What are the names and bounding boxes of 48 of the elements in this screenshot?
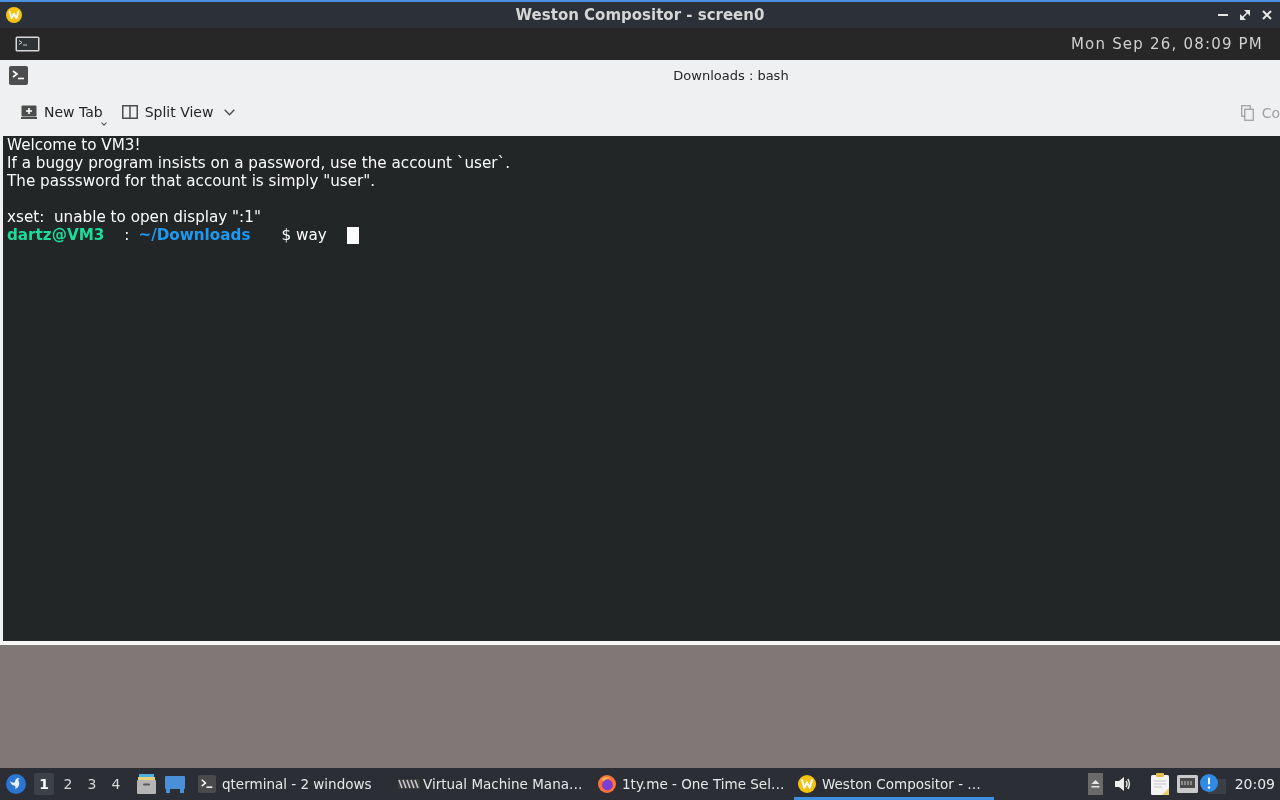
prompt-separator: : (124, 226, 130, 244)
terminal-icon[interactable] (15, 36, 40, 52)
prompt-path: ~/Downloads (138, 226, 251, 244)
logo-icon (798, 775, 816, 793)
drawer-icon[interactable] (137, 774, 156, 794)
close-icon (1262, 10, 1272, 20)
workspace-button[interactable]: 4 (106, 773, 126, 795)
taskbar-clock: 20:09 (1234, 776, 1275, 792)
new-tab-button[interactable]: New Tab (15, 99, 109, 127)
split-view-button[interactable]: Split View (115, 99, 242, 127)
network-port-icon[interactable] (1176, 775, 1198, 793)
output-line: xset: unable to open display ":1" (7, 208, 261, 226)
text-cursor-icon (346, 226, 359, 244)
bird-logo-icon[interactable] (6, 774, 26, 794)
workspace-button[interactable]: 2 (58, 773, 78, 795)
output-line: If a buggy program insists on a password, use the account `user`. (7, 154, 510, 172)
close-button[interactable] (1262, 10, 1272, 20)
taskbar-button[interactable]: qterminal - 2 windows (194, 768, 394, 800)
panel-clock: Mon Sep 26, 08:09 PM (1070, 35, 1263, 53)
caret-icon (224, 108, 236, 116)
taskbar-button[interactable]: 1ty.me - One Time Sel… (594, 768, 794, 800)
taskbar-button[interactable]: Virtual Machine Mana… (394, 768, 594, 800)
output-line: Welcome to VM3! (7, 136, 141, 154)
terminal-icon (9, 65, 28, 85)
maximize-button[interactable] (1240, 10, 1250, 20)
clipboard-icon[interactable] (1149, 773, 1170, 795)
volume-icon[interactable] (1114, 776, 1131, 792)
split-view-icon (121, 105, 138, 119)
output-line: The passsword for that account is simply "user". (7, 172, 376, 190)
terminal-icon (198, 775, 216, 793)
window-title: Downloads : bash (672, 67, 790, 83)
desktop-icon[interactable] (165, 775, 185, 793)
notification-icon[interactable] (1199, 774, 1226, 794)
prompt-symbol: $ (281, 226, 292, 244)
workspace-button[interactable]: 1 (34, 773, 54, 795)
copy-icon (1240, 105, 1254, 121)
logo-icon (6, 7, 22, 23)
workspace-button[interactable]: 3 (82, 773, 102, 795)
prompt-command: way (296, 226, 327, 244)
maximize-icon (1240, 10, 1250, 20)
eject-icon[interactable] (1087, 773, 1103, 795)
window-title: Weston Compositor - screen0 (515, 6, 765, 24)
slanted-bars-icon (398, 778, 420, 790)
prompt-user: dartz@VM3 (7, 226, 105, 244)
new-tab-icon (21, 105, 37, 119)
caret-icon (100, 122, 107, 126)
globe-icon (598, 775, 616, 793)
taskbar-button[interactable]: Weston Compositor - … (794, 768, 994, 800)
